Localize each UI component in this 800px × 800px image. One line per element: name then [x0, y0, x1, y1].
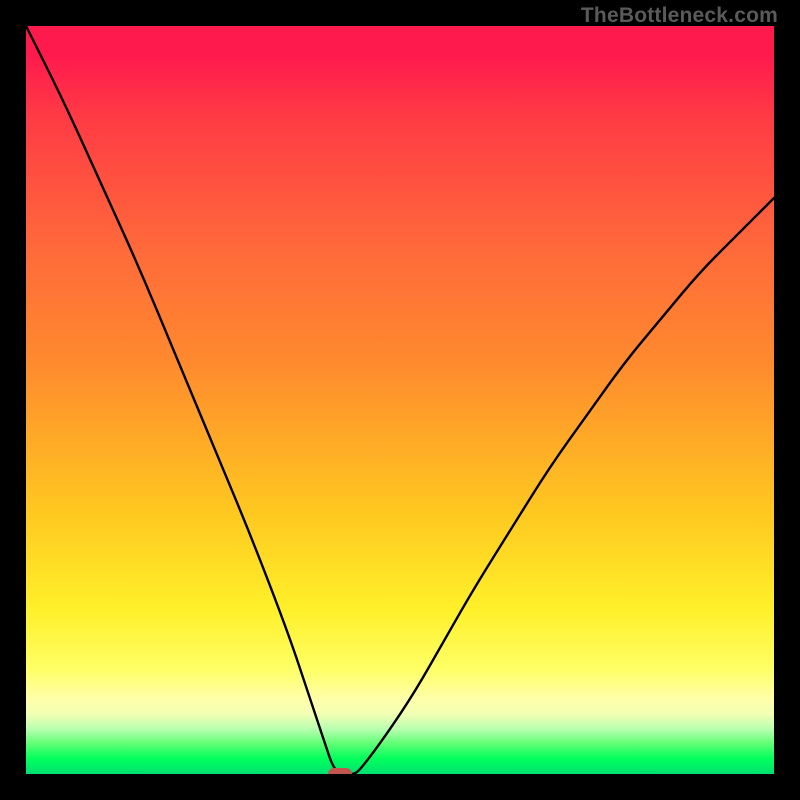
bottleneck-curve	[26, 26, 774, 774]
optimum-marker	[328, 768, 352, 774]
chart-frame: TheBottleneck.com	[0, 0, 800, 800]
plot-area	[26, 26, 774, 774]
watermark-text: TheBottleneck.com	[581, 4, 778, 28]
